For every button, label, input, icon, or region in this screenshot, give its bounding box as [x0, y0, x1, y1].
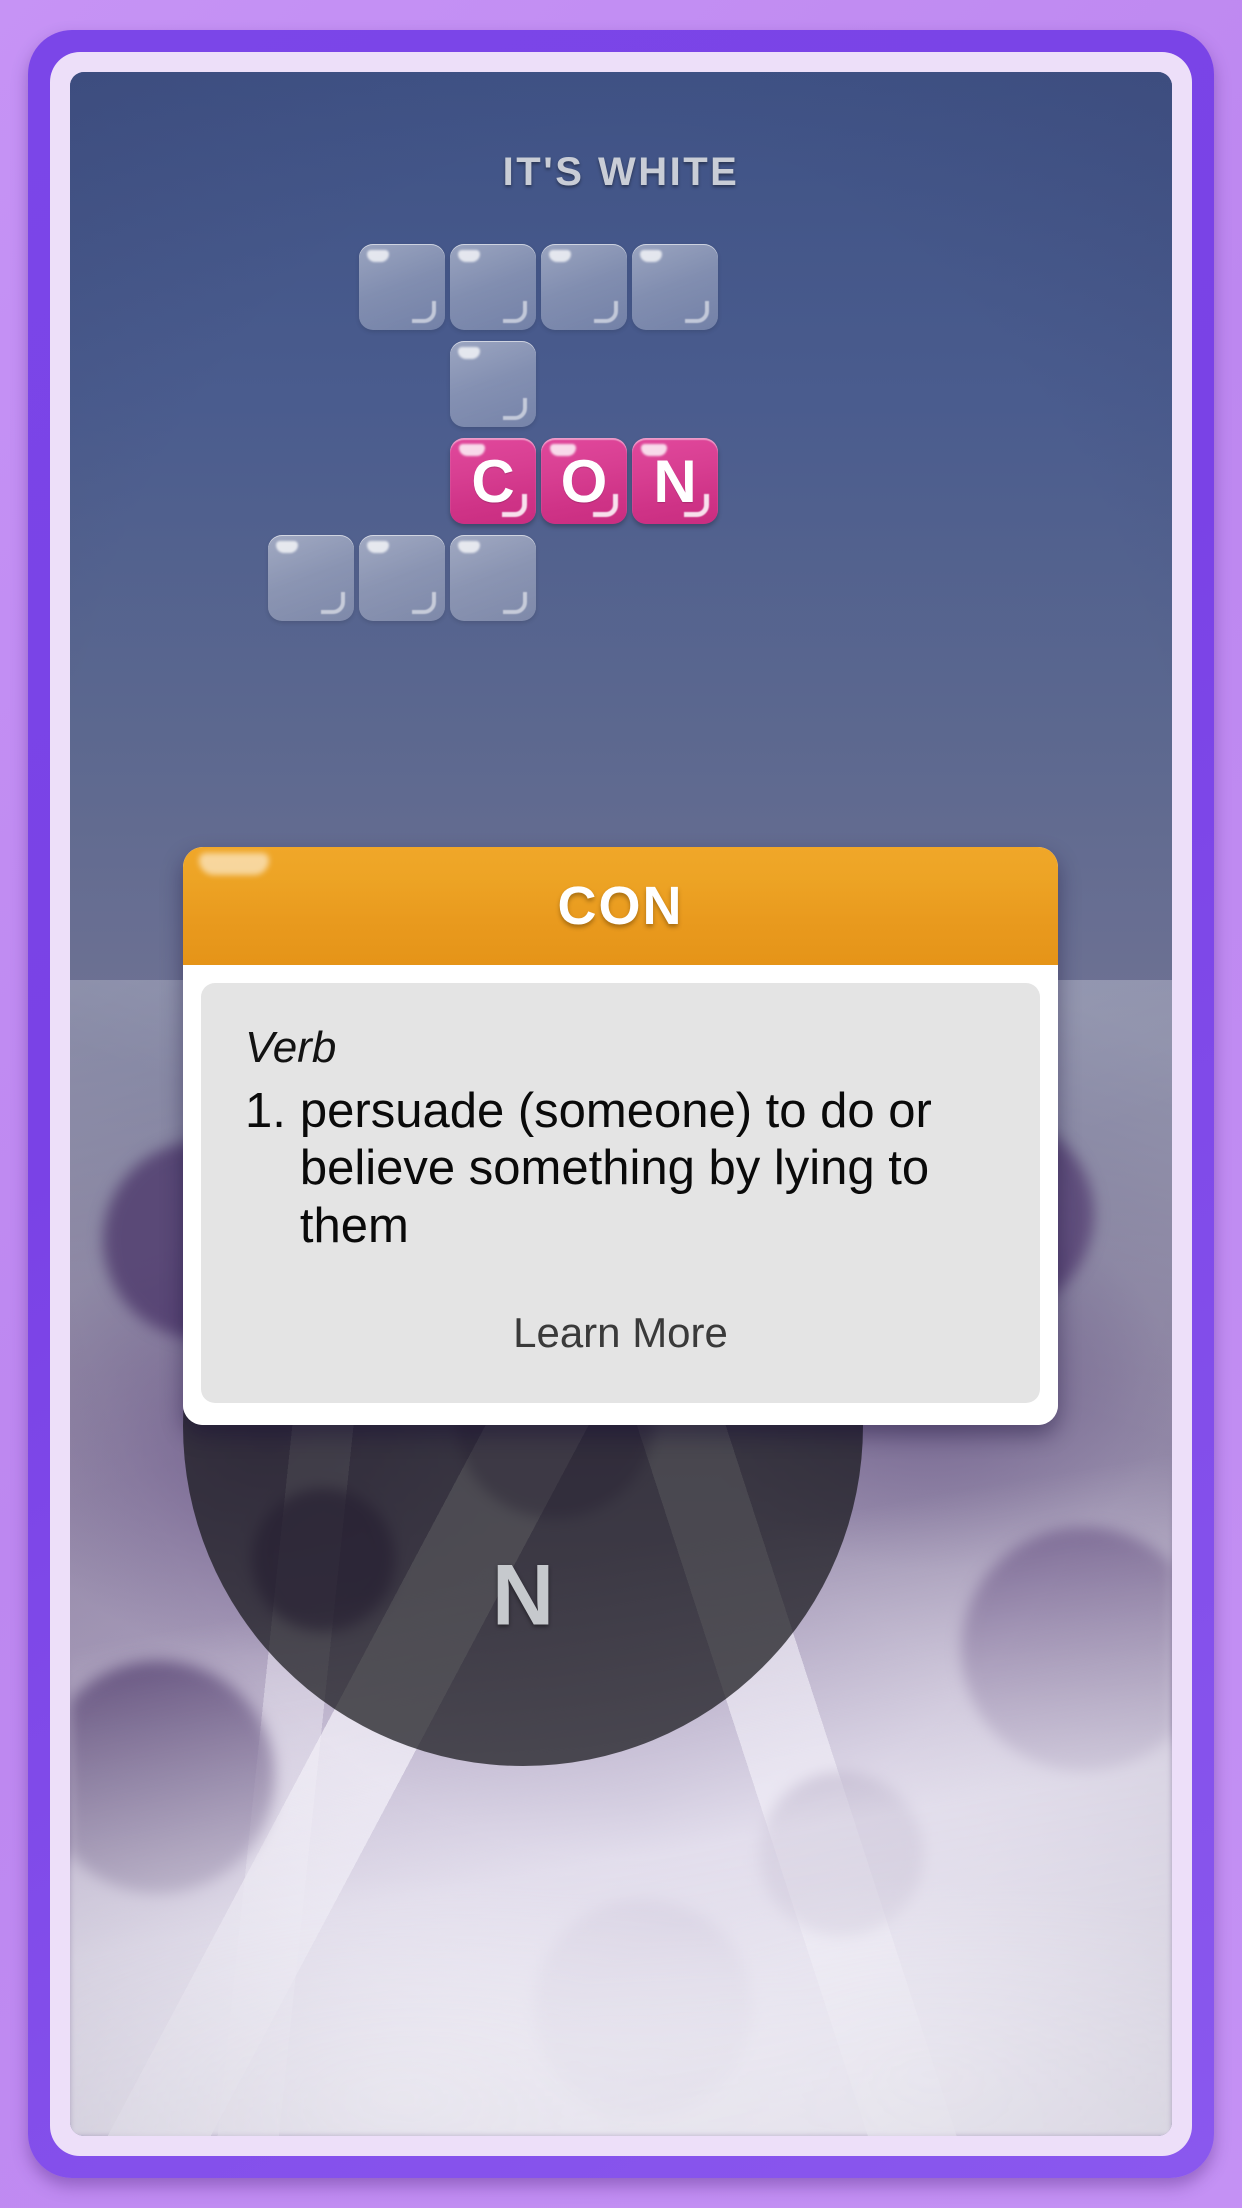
crossword-tile-filled[interactable]: O [541, 438, 627, 524]
crossword-row: CON [70, 438, 1172, 535]
definition-text: persuade (someone) to do or believe some… [299, 1084, 932, 1253]
crossword-tile-empty[interactable] [359, 535, 445, 621]
crossword-tile-letter: O [560, 447, 608, 515]
clue-title: IT'S WHITE [502, 150, 740, 194]
popup-body: Verb 1. persuade (someone) to do or belie… [183, 965, 1058, 1425]
app-root: IT'S WHITE CON EON CON Verb 1.persuade (… [0, 0, 1242, 2208]
definition-number: 1. [245, 1084, 286, 1138]
crossword-tile-filled[interactable]: C [450, 438, 536, 524]
crossword-tile-letter: C [471, 447, 515, 515]
wheel-letter-n[interactable]: N [492, 1547, 554, 1646]
definition-popup: CON Verb 1. persuade (someone) to do or b… [183, 847, 1058, 1425]
learn-more-button[interactable]: Learn More [245, 1309, 996, 1357]
crossword-tile-empty[interactable] [359, 244, 445, 330]
crossword-tile-empty[interactable] [450, 341, 536, 427]
crossword-grid: CON [70, 244, 1172, 644]
game-screen: IT'S WHITE CON EON CON Verb 1.persuade (… [70, 72, 1172, 2136]
popup-header: CON [183, 847, 1058, 965]
crossword-tile-empty[interactable] [450, 244, 536, 330]
crossword-tile-filled[interactable]: N [632, 438, 718, 524]
crossword-tile-empty[interactable] [632, 244, 718, 330]
definition-list: 1. persuade (someone) to do or believe so… [245, 1083, 996, 1255]
part-of-speech: Verb [245, 1023, 337, 1072]
definition-panel: Verb 1. persuade (someone) to do or belie… [201, 983, 1040, 1403]
popup-title: CON [557, 876, 684, 936]
crossword-row [70, 244, 1172, 341]
crossword-tile-letter: N [653, 447, 697, 515]
definition-item: 1. persuade (someone) to do or believe so… [245, 1083, 996, 1255]
crossword-tile-empty[interactable] [268, 535, 354, 621]
crossword-tile-empty[interactable] [541, 244, 627, 330]
crossword-tile-empty[interactable] [450, 535, 536, 621]
crossword-row [70, 341, 1172, 438]
crossword-row [70, 535, 1172, 632]
